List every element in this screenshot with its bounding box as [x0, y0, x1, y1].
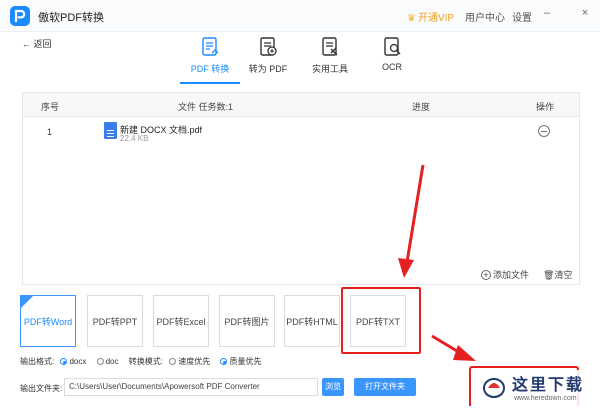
watermark-url: www.heredown.com	[514, 395, 577, 402]
arrow-right-annotation	[431, 334, 476, 361]
watermark: 这里下载 www.heredown.com	[478, 370, 598, 408]
watermark-text: 这里下载	[512, 375, 585, 394]
annotation-arrows	[398, 164, 476, 361]
arrow-down-annotation	[398, 164, 425, 278]
watermark-logo-icon	[483, 378, 505, 398]
